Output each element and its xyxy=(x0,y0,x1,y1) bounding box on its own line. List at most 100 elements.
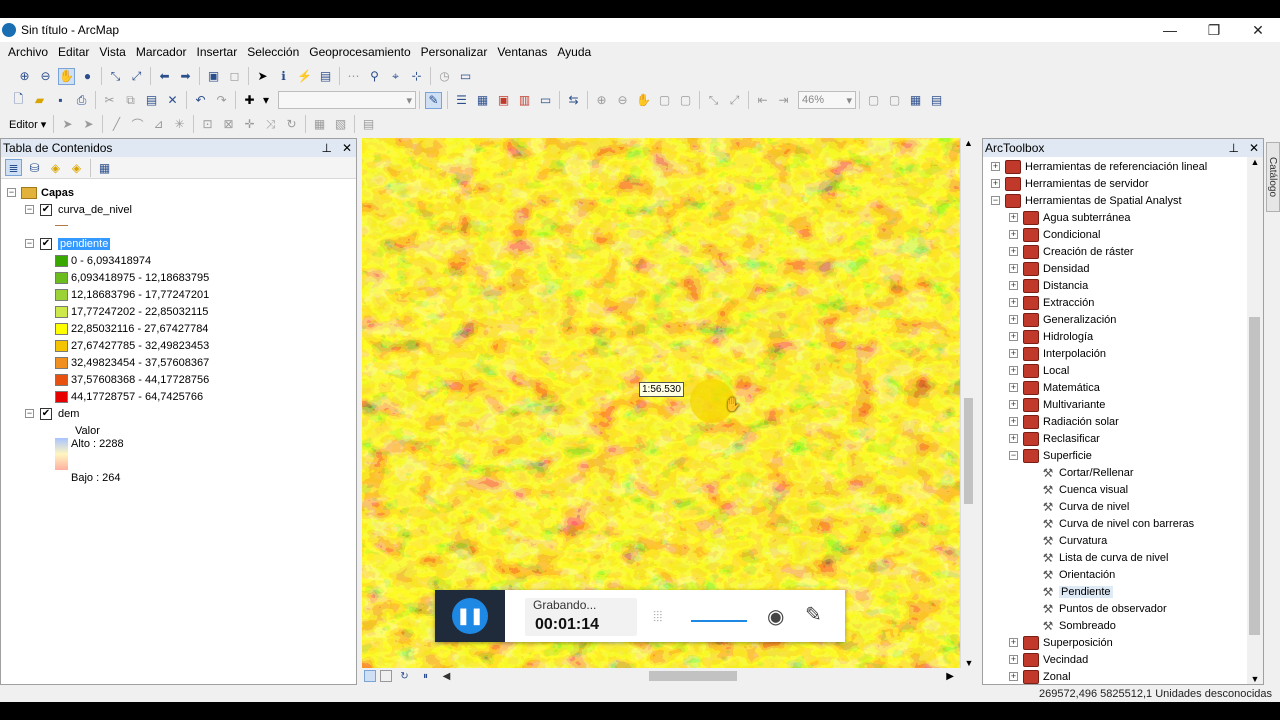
expand-icon[interactable]: + xyxy=(1009,383,1018,392)
reshape-icon[interactable]: ⊠ xyxy=(220,116,237,133)
visibility-checkbox[interactable]: ✔ xyxy=(40,237,52,250)
toolset-item[interactable]: + Local xyxy=(1009,362,1069,379)
select-features-icon[interactable]: ▣ xyxy=(205,68,222,85)
arctoolbox-pin-icon[interactable]: ⊥ xyxy=(1228,141,1238,155)
minimize-button[interactable]: — xyxy=(1148,18,1192,42)
change-layout-icon[interactable]: ▦ xyxy=(907,92,924,109)
go-to-xy-icon[interactable]: ⊹ xyxy=(408,68,425,85)
expand-icon[interactable]: + xyxy=(1009,655,1018,664)
toolset-item[interactable]: + Reclasificar xyxy=(1009,430,1100,447)
end-point-arc-icon[interactable]: ⌒ xyxy=(129,116,146,133)
menu-personalizar[interactable]: Personalizar xyxy=(417,45,492,59)
tool-item[interactable]: ⚒ Pendiente xyxy=(1027,583,1113,600)
tool-item[interactable]: ⚒ Orientación xyxy=(1027,566,1116,583)
toolset-item[interactable]: − Superficie xyxy=(1009,447,1092,464)
editor-toolbar-icon[interactable]: ✎ xyxy=(425,91,442,109)
menu-editar[interactable]: Editar xyxy=(54,45,93,59)
toolset-item[interactable]: + Interpolación xyxy=(1009,345,1106,362)
trace-icon[interactable]: ⊿ xyxy=(150,116,167,133)
close-button[interactable]: ✕ xyxy=(1236,18,1280,42)
tool-item[interactable]: ⚒ Curvatura xyxy=(1027,532,1108,549)
full-extent-globe-icon[interactable]: ● xyxy=(79,68,96,85)
collapse-icon[interactable]: − xyxy=(1009,451,1018,460)
scroll-left-icon[interactable]: ◀ xyxy=(438,668,455,685)
toolset-item[interactable]: + Condicional xyxy=(1009,226,1100,243)
tool-item[interactable]: ⚒ Cuenca visual xyxy=(1027,481,1128,498)
toggle-draft-mode-icon[interactable]: ▢ xyxy=(865,92,882,109)
hyperlink-icon[interactable]: ⚡ xyxy=(296,68,313,85)
html-popup-icon[interactable]: ▤ xyxy=(317,68,334,85)
print-icon[interactable]: ⎙ xyxy=(73,92,90,109)
arctoolbox-icon[interactable]: ▥ xyxy=(516,92,533,109)
restore-button[interactable]: ❐ xyxy=(1192,18,1236,42)
list-by-source-icon[interactable]: ⛁ xyxy=(26,159,43,176)
menu-vista[interactable]: Vista xyxy=(95,45,129,59)
legend-swatch[interactable] xyxy=(55,373,68,386)
forward-arrow-icon[interactable]: ➡ xyxy=(177,68,194,85)
expand-icon[interactable]: + xyxy=(1009,298,1018,307)
edit-annotation-icon[interactable]: ➤ xyxy=(80,116,97,133)
layout-back-icon[interactable]: ⇤ xyxy=(754,92,771,109)
expand-icon[interactable]: + xyxy=(1009,247,1018,256)
menu-geoprocesamiento[interactable]: Geoprocesamiento xyxy=(305,45,414,59)
map-view[interactable]: 1:56.530 ✋ xyxy=(362,138,960,668)
expand-icon[interactable]: + xyxy=(1009,264,1018,273)
list-by-visibility-icon[interactable]: ◈ xyxy=(47,159,64,176)
collapse-icon[interactable]: − xyxy=(7,188,16,197)
toolset-item[interactable]: + Extracción xyxy=(1009,294,1094,311)
legend-swatch[interactable] xyxy=(55,305,68,318)
edit-tool-icon[interactable]: ➤ xyxy=(59,116,76,133)
paste-icon[interactable]: ▤ xyxy=(143,92,160,109)
expand-icon[interactable]: + xyxy=(1009,213,1018,222)
zoom-in-icon[interactable]: ⊕ xyxy=(16,68,33,85)
back-arrow-icon[interactable]: ⬅ xyxy=(156,68,173,85)
expand-icon[interactable]: + xyxy=(1009,281,1018,290)
toolset-servidor[interactable]: + Herramientas de servidor xyxy=(991,175,1149,192)
new-document-icon[interactable]: 🗋 xyxy=(10,92,27,109)
map-scale-combo[interactable]: ▾ xyxy=(278,91,416,109)
layout-zoom-out-icon[interactable]: ⊖ xyxy=(614,92,631,109)
visibility-checkbox[interactable]: ✔ xyxy=(40,203,52,216)
add-data-dropdown-icon[interactable]: ▾ xyxy=(262,92,270,109)
list-by-drawing-order-icon[interactable]: ≣ xyxy=(5,159,22,176)
menu-insertar[interactable]: Insertar xyxy=(193,45,242,59)
webcam-icon[interactable]: ◉ xyxy=(767,604,784,629)
add-data-icon[interactable]: ✚ xyxy=(241,92,258,109)
layout-pan-icon[interactable]: ✋ xyxy=(635,92,652,109)
layer-dem[interactable]: − ✔ dem xyxy=(25,405,79,422)
layout-view-icon[interactable] xyxy=(380,670,392,682)
menu-archivo[interactable]: Archivo xyxy=(4,45,52,59)
fixed-zoom-in-icon[interactable]: ⤡ xyxy=(107,68,124,85)
scroll-thumb[interactable] xyxy=(1249,317,1260,635)
delete-icon[interactable]: ✕ xyxy=(164,92,181,109)
toolbox-scrollbar[interactable]: ▲ ▼ xyxy=(1247,157,1263,684)
toolset-item[interactable]: + Multivariante xyxy=(1009,396,1105,413)
focus-data-frame-icon[interactable]: ▢ xyxy=(886,92,903,109)
search-window-icon[interactable]: ▣ xyxy=(495,92,512,109)
layout-fixed-zoom-in-icon[interactable]: ⤡ xyxy=(705,92,722,109)
toolset-item[interactable]: + Distancia xyxy=(1009,277,1088,294)
toolset-item[interactable]: + Radiación solar xyxy=(1009,413,1119,430)
expand-icon[interactable]: + xyxy=(991,162,1000,171)
measure-icon[interactable]: ⋯ xyxy=(345,68,362,85)
fixed-zoom-out-icon[interactable]: ⤢ xyxy=(128,68,145,85)
point-icon[interactable]: ✳ xyxy=(171,116,188,133)
edit-vertices-icon[interactable]: ⊡ xyxy=(199,116,216,133)
toolset-item[interactable]: + Hidrología xyxy=(1009,328,1093,345)
toolset-item[interactable]: + Agua subterránea xyxy=(1009,209,1130,226)
straight-segment-icon[interactable]: ╱ xyxy=(108,116,125,133)
find-binoculars-icon[interactable]: ⚲ xyxy=(366,68,383,85)
layer-curva-de-nivel[interactable]: − ✔ curva_de_nivel xyxy=(25,201,132,218)
python-window-icon[interactable]: ▭ xyxy=(537,92,554,109)
legend-swatch[interactable] xyxy=(55,288,68,301)
collapse-icon[interactable]: − xyxy=(25,409,34,418)
data-driven-pages-icon[interactable]: ▤ xyxy=(928,92,945,109)
zoom-out-icon[interactable]: ⊖ xyxy=(37,68,54,85)
layout-fixed-zoom-out-icon[interactable]: ⤢ xyxy=(726,92,743,109)
create-features-icon[interactable]: ▤ xyxy=(360,116,377,133)
collapse-icon[interactable]: − xyxy=(25,205,34,214)
scroll-thumb[interactable] xyxy=(964,398,973,504)
tool-item[interactable]: ⚒ Puntos de observador xyxy=(1027,600,1167,617)
tool-item[interactable]: ⚒ Curva de nivel con barreras xyxy=(1027,515,1195,532)
toolset-spatial-analyst[interactable]: − Herramientas de Spatial Analyst xyxy=(991,192,1182,209)
